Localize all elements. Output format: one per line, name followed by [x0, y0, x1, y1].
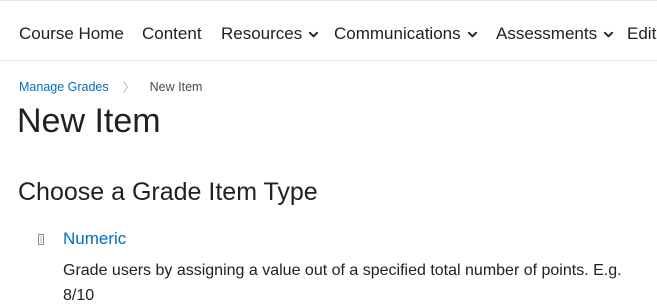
section-title: Choose a Grade Item Type	[18, 178, 318, 206]
numeric-option-description: Grade users by assigning a value out of …	[63, 262, 622, 304]
nav-course-home-label: Course Home	[19, 24, 124, 43]
chevron-down-icon	[467, 31, 477, 37]
nav-communications-label: Communications	[334, 24, 461, 43]
page-title: New Item	[17, 102, 161, 140]
nav-resources[interactable]: Resources	[221, 24, 319, 44]
breadcrumb-manage-grades-link[interactable]: Manage Grades	[19, 80, 109, 94]
chevron-down-icon	[604, 31, 614, 37]
nav-assessments-label: Assessments	[496, 24, 598, 43]
numeric-type-icon	[38, 234, 44, 245]
breadcrumb: Manage Grades 〉 New Item	[19, 77, 202, 96]
course-navbar: Course Home Content Resources Communicat…	[0, 8, 657, 61]
nav-communications[interactable]: Communications	[334, 24, 478, 44]
breadcrumb-separator-icon: 〉	[122, 80, 136, 95]
breadcrumb-current: New Item	[149, 79, 203, 94]
top-border	[0, 0, 657, 1]
nav-edit-label: Edit	[627, 24, 657, 43]
nav-resources-label: Resources	[221, 24, 303, 43]
nav-course-home[interactable]: Course Home	[19, 24, 124, 44]
nav-assessments[interactable]: Assessments	[496, 24, 614, 44]
nav-edit[interactable]: Edit	[627, 24, 656, 44]
numeric-option-link[interactable]: Numeric	[63, 229, 126, 249]
nav-content-label: Content	[142, 24, 202, 43]
nav-content[interactable]: Content	[142, 24, 202, 44]
chevron-down-icon	[309, 31, 319, 37]
